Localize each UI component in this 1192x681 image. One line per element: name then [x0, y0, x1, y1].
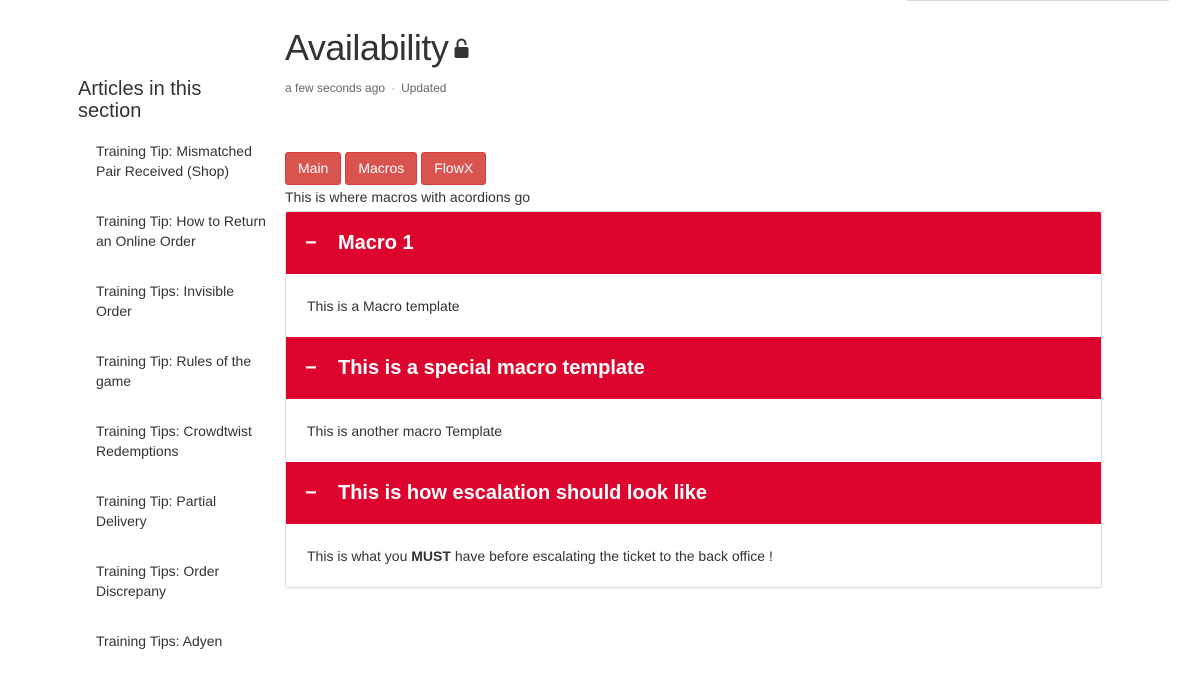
article-meta: a few seconds ago · Updated	[285, 81, 1102, 95]
meta-status: Updated	[401, 81, 447, 95]
accordion-header-escalation[interactable]: − This is how escalation should look lik…	[286, 462, 1101, 524]
meta-time: a few seconds ago	[285, 81, 386, 95]
sidebar-item: Training Tip: Partial Delivery	[96, 491, 268, 531]
sidebar-item: Training Tips: Invisible Order	[96, 281, 268, 321]
sidebar: Articles in this section Training Tip: M…	[78, 78, 268, 681]
body-text-emphasis: MUST	[411, 547, 451, 564]
sidebar-article-list: Training Tip: Mismatched Pair Received (…	[78, 141, 268, 651]
sidebar-article-link[interactable]: Training Tip: Partial Delivery	[96, 491, 268, 531]
intro-text: This is where macros with acordions go	[285, 189, 531, 205]
sidebar-item: Training Tip: Mismatched Pair Received (…	[96, 141, 268, 181]
sidebar-article-link[interactable]: Training Tips: Order Discrepany	[96, 561, 268, 601]
accordion-body: This is another macro Template	[286, 399, 1101, 462]
meta-separator: ·	[391, 81, 396, 95]
lock-icon	[454, 38, 469, 63]
tab-buttons: Main Macros FlowX	[285, 152, 1102, 185]
collapse-icon: −	[305, 481, 317, 504]
accordion-title: This is a special macro template	[338, 356, 645, 379]
sidebar-article-link[interactable]: Training Tip: How to Return an Online Or…	[96, 211, 268, 251]
accordion-title: This is how escalation should look like	[338, 481, 707, 504]
macro-accordion: − Macro 1 This is a Macro template − Thi…	[285, 211, 1102, 588]
collapse-icon: −	[305, 356, 317, 379]
sidebar-item: Training Tips: Order Discrepany	[96, 561, 268, 601]
accordion-body: This is what you MUST have before escala…	[286, 524, 1101, 587]
sidebar-item: Training Tip: Rules of the game	[96, 351, 268, 391]
sidebar-article-link[interactable]: Training Tips: Crowdtwist Redemptions	[96, 421, 268, 461]
accordion-header-macro-1[interactable]: − Macro 1	[286, 212, 1101, 274]
collapse-icon: −	[305, 231, 317, 254]
accordion-title: Macro 1	[338, 231, 414, 254]
sidebar-article-link[interactable]: Training Tips: Adyen	[96, 631, 268, 651]
sidebar-title: Articles in this section	[78, 78, 202, 122]
sidebar-article-link[interactable]: Training Tip: Rules of the game	[96, 351, 268, 391]
tab-macros-button[interactable]: Macros	[345, 152, 418, 185]
accordion-body-text: This is what you MUST have before escala…	[307, 548, 773, 564]
page-title: Availability	[285, 27, 449, 68]
accordion-header-special-macro[interactable]: − This is a special macro template	[286, 337, 1101, 399]
sidebar-item: Training Tips: Adyen	[96, 631, 268, 651]
tab-main-button[interactable]: Main	[285, 152, 342, 185]
article-header: Availability	[285, 28, 1102, 68]
body-text-after: have before escalating the ticket to the…	[450, 547, 773, 564]
sidebar-article-link[interactable]: Training Tips: Invisible Order	[96, 281, 268, 321]
tab-flowx-button[interactable]: FlowX	[421, 152, 487, 185]
accordion-body: This is a Macro template	[286, 274, 1101, 337]
sidebar-article-link[interactable]: Training Tip: Mismatched Pair Received (…	[96, 141, 268, 181]
article-main: Availability a few seconds ago · Updated M…	[285, 28, 1102, 588]
body-text-before: This is what you	[307, 547, 412, 564]
sidebar-item: Training Tips: Crowdtwist Redemptions	[96, 421, 268, 461]
top-divider	[907, 0, 1169, 1]
sidebar-item: Training Tip: How to Return an Online Or…	[96, 211, 268, 251]
